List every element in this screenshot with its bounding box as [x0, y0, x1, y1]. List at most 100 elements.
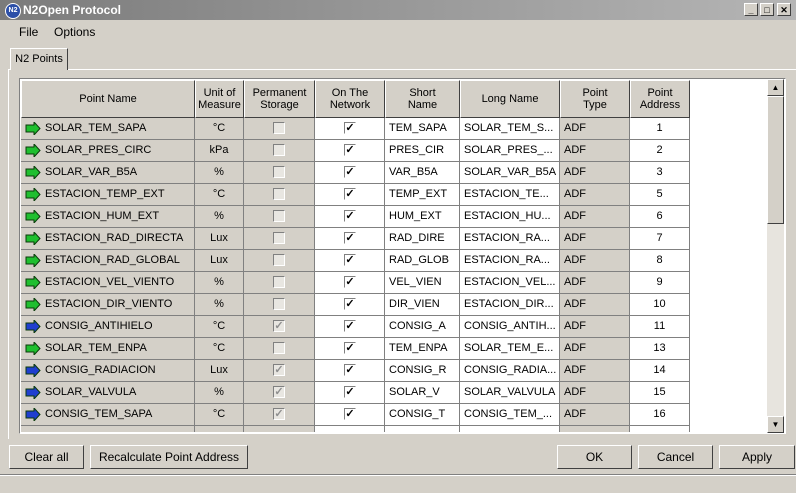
unit-cell[interactable]: °C [195, 316, 244, 338]
short-name-cell[interactable]: VAR_B5A [385, 162, 460, 184]
on-the-network-cell[interactable]: ✓ [315, 316, 385, 338]
on-the-network-cell[interactable]: ✓ [315, 294, 385, 316]
unit-cell[interactable]: Lux [195, 360, 244, 382]
menu-file[interactable]: File [19, 25, 38, 39]
unit-cell[interactable]: % [195, 294, 244, 316]
unit-cell[interactable]: % [195, 162, 244, 184]
unit-cell[interactable]: Lux [195, 250, 244, 272]
unit-cell[interactable]: kPa [195, 140, 244, 162]
unit-cell[interactable]: °C [195, 338, 244, 360]
point-name-cell[interactable]: ESTACION_DIR_VIENTO [21, 294, 195, 316]
short-name-cell[interactable]: TEMP_EXT [385, 184, 460, 206]
point-address-cell[interactable]: 16 [630, 404, 690, 426]
on-the-network-cell[interactable]: ✓ [315, 338, 385, 360]
column-header-short-name[interactable]: Short Name [385, 80, 460, 118]
scroll-down-icon[interactable]: ▼ [767, 416, 784, 433]
on-the-network-checkbox[interactable]: ✓ [344, 210, 356, 222]
column-header-on-the-network[interactable]: On The Network [315, 80, 385, 118]
on-the-network-cell[interactable]: ✓ [315, 404, 385, 426]
point-address-cell[interactable]: 13 [630, 338, 690, 360]
point-address-cell[interactable]: 10 [630, 294, 690, 316]
point-name-cell[interactable]: SOLAR_TEM_SAPA [21, 118, 195, 140]
table-row[interactable]: CONSIG_ANTIHIELO °C ✓ ✓ CONSIG_A CONSIG_ANTIH… [21, 316, 690, 338]
short-name-cell[interactable]: CONSIG_R [385, 360, 460, 382]
short-name-cell[interactable]: TEM_SAPA [385, 118, 460, 140]
on-the-network-checkbox[interactable]: ✓ [344, 144, 356, 156]
table-row[interactable]: SOLAR_VAR_B5A% ✓ VAR_B5A SOLAR_VAR_B5A ADF 3 [21, 162, 690, 184]
on-the-network-cell[interactable]: ✓ [315, 272, 385, 294]
point-address-cell[interactable]: 3 [630, 162, 690, 184]
on-the-network-cell[interactable]: ✓ [315, 250, 385, 272]
short-name-cell[interactable]: RAD_GLOB [385, 250, 460, 272]
table-row[interactable]: ESTACION_RAD_GLOBAL Lux ✓ RAD_GLOB ESTACION_… [21, 250, 690, 272]
long-name-cell[interactable]: SOLAR_TEM_S... [460, 118, 560, 140]
clear-all-button[interactable]: Clear all [9, 445, 84, 469]
on-the-network-checkbox[interactable]: ✓ [344, 122, 356, 134]
unit-cell[interactable]: % [195, 382, 244, 404]
on-the-network-cell[interactable]: ✓ [315, 228, 385, 250]
on-the-network-checkbox[interactable]: ✓ [344, 342, 356, 354]
table-row[interactable]: CONSIG_TEM_SAPA °C ✓ ✓ CONSIG_T CONSIG_TEM_..… [21, 404, 690, 426]
unit-cell[interactable]: °C [195, 184, 244, 206]
on-the-network-checkbox[interactable]: ✓ [344, 408, 356, 420]
recalculate-point-address-button[interactable]: Recalculate Point Address [90, 445, 248, 469]
on-the-network-checkbox[interactable]: ✓ [344, 232, 356, 244]
maximize-button[interactable]: □ [760, 3, 774, 16]
long-name-cell[interactable]: SOLAR_PRES_... [460, 140, 560, 162]
long-name-cell[interactable]: ESTACION_HU... [460, 206, 560, 228]
table-row[interactable]: ESTACION_TEMP_EXT °C ✓ TEMP_EXT ESTACION_TE.… [21, 184, 690, 206]
on-the-network-cell[interactable]: ✓ [315, 206, 385, 228]
on-the-network-cell[interactable]: ✓ [315, 118, 385, 140]
column-header-point-address[interactable]: Point Address [630, 80, 690, 118]
on-the-network-cell[interactable]: ✓ [315, 162, 385, 184]
short-name-cell[interactable]: DIR_VIEN [385, 294, 460, 316]
short-name-cell[interactable]: PRES_CIR [385, 140, 460, 162]
point-address-cell[interactable]: 14 [630, 360, 690, 382]
short-name-cell[interactable]: TEM_ENPA [385, 338, 460, 360]
table-row[interactable]: ESTACION_VEL_VIENTO% ✓ VEL_VIEN ESTACION_VE… [21, 272, 690, 294]
point-address-cell[interactable]: 2 [630, 140, 690, 162]
long-name-cell[interactable]: SOLAR_VAR_B5A [460, 162, 560, 184]
table-row[interactable]: ESTACION_RAD_DIRECTA Lux ✓ RAD_DIRE ESTACION… [21, 228, 690, 250]
on-the-network-checkbox[interactable]: ✓ [344, 276, 356, 288]
tab-n2-points[interactable]: N2 Points [10, 48, 68, 70]
point-address-cell[interactable]: 6 [630, 206, 690, 228]
point-address-cell[interactable]: 7 [630, 228, 690, 250]
point-name-cell[interactable]: ESTACION_TEMP_EXT [21, 184, 195, 206]
apply-button[interactable]: Apply [719, 445, 795, 469]
on-the-network-checkbox[interactable]: ✓ [344, 320, 356, 332]
on-the-network-checkbox[interactable]: ✓ [344, 166, 356, 178]
point-address-cell[interactable]: 15 [630, 382, 690, 404]
long-name-cell[interactable]: ESTACION_RA... [460, 250, 560, 272]
column-header-point-type[interactable]: Point Type [560, 80, 630, 118]
table-row[interactable]: ESTACION_HUM_EXT% ✓ HUM_EXT ESTACION_HU... A… [21, 206, 690, 228]
short-name-cell[interactable]: HUM_EXT [385, 206, 460, 228]
column-header-unit-of-measure[interactable]: Unit of Measure [195, 80, 244, 118]
on-the-network-cell[interactable]: ✓ [315, 140, 385, 162]
point-name-cell[interactable]: ESTACION_HUM_EXT [21, 206, 195, 228]
table-row[interactable]: SOLAR_TEM_SAPA °C ✓ TEM_SAPA SOLAR_TEM_S... A… [21, 118, 690, 140]
scroll-thumb[interactable] [767, 96, 784, 224]
column-header-point-name[interactable]: Point Name [21, 80, 195, 118]
point-name-cell[interactable]: ESTACION_RAD_GLOBAL [21, 250, 195, 272]
point-address-cell[interactable]: 11 [630, 316, 690, 338]
table-row[interactable]: ESTACION_DIR_VIENTO% ✓ DIR_VIEN ESTACION_DI… [21, 294, 690, 316]
point-name-cell[interactable]: CONSIG_ANTIHIELO [21, 316, 195, 338]
menu-options[interactable]: Options [54, 25, 95, 39]
unit-cell[interactable]: °C [195, 118, 244, 140]
point-name-cell[interactable]: SOLAR_PRES_CIRC [21, 140, 195, 162]
point-name-cell[interactable]: SOLAR_VAR_B5A [21, 162, 195, 184]
short-name-cell[interactable]: CONSIG_A [385, 316, 460, 338]
long-name-cell[interactable]: SOLAR_VALVULA [460, 382, 560, 404]
long-name-cell[interactable]: CONSIG_ANTIH... [460, 316, 560, 338]
ok-button[interactable]: OK [557, 445, 632, 469]
table-row[interactable]: CONSIG_RADIACION Lux ✓ ✓ CONSIG_R CONSIG_RADI… [21, 360, 690, 382]
long-name-cell[interactable]: ESTACION_VEL... [460, 272, 560, 294]
point-address-cell[interactable]: 8 [630, 250, 690, 272]
point-address-cell[interactable]: 5 [630, 184, 690, 206]
long-name-cell[interactable]: CONSIG_RADIA... [460, 360, 560, 382]
on-the-network-checkbox[interactable]: ✓ [344, 188, 356, 200]
unit-cell[interactable]: Lux [195, 228, 244, 250]
long-name-cell[interactable]: ESTACION_RA... [460, 228, 560, 250]
point-name-cell[interactable]: ESTACION_RAD_DIRECTA [21, 228, 195, 250]
